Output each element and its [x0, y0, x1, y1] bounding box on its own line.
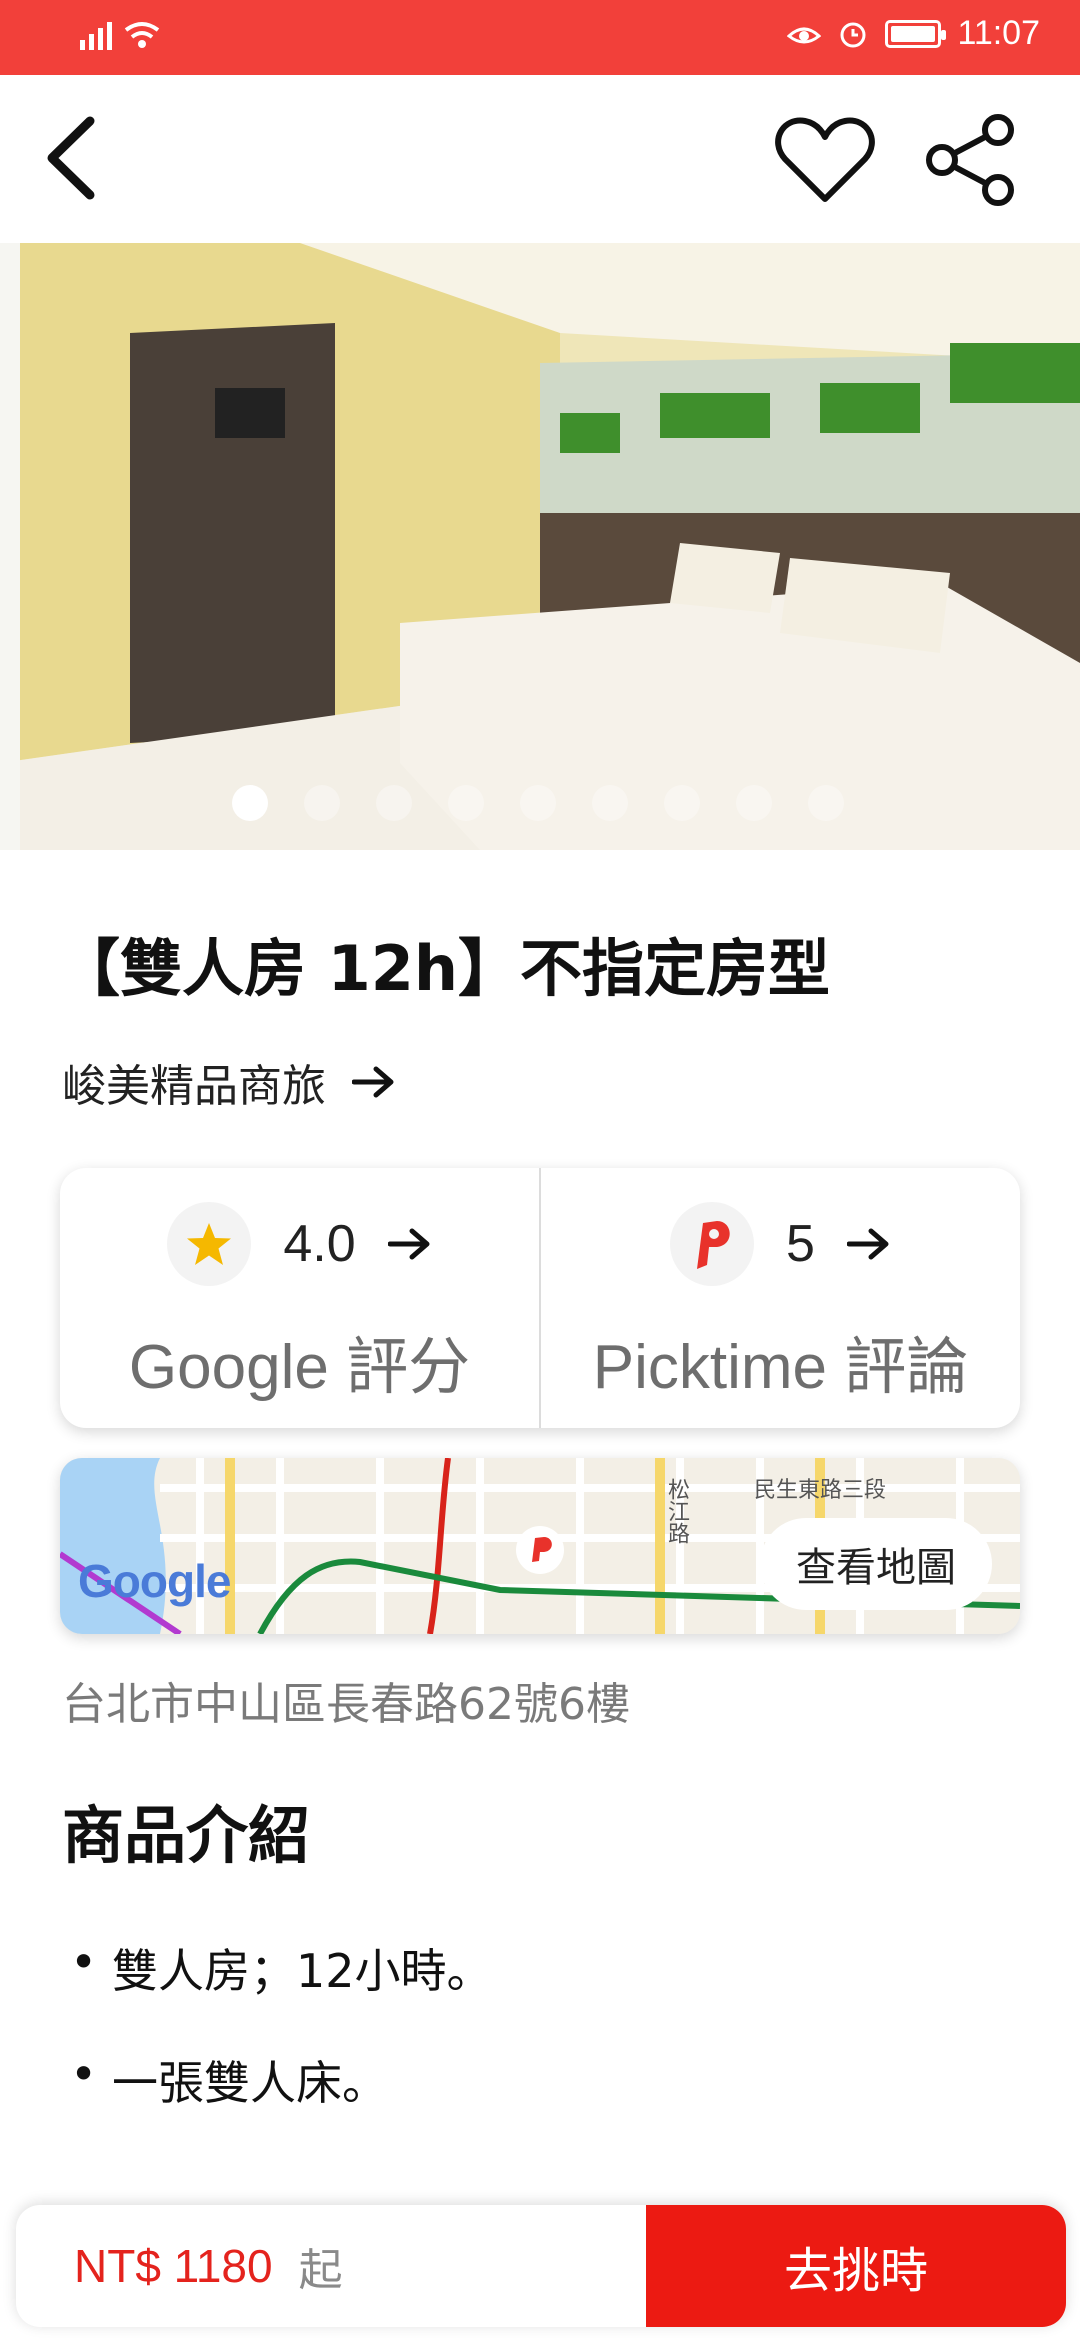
wifi-icon: [124, 22, 160, 48]
view-map-button[interactable]: 查看地圖: [760, 1518, 992, 1610]
carousel-dot[interactable]: [448, 785, 484, 821]
carousel-dot[interactable]: [376, 785, 412, 821]
picktime-rating-label: Picktime 評論: [592, 1333, 969, 1402]
price-suffix: 起: [298, 2245, 343, 2296]
top-navigation: [0, 75, 1080, 243]
carousel-dot[interactable]: [808, 785, 844, 821]
room-photo-carousel[interactable]: [0, 243, 1080, 850]
arrow-right-icon: [387, 1228, 430, 1260]
price: NT$ 1180: [74, 2240, 273, 2292]
carousel-dot[interactable]: [520, 785, 556, 821]
picktime-logo-icon: [670, 1202, 755, 1286]
clock: 11:07: [957, 14, 1040, 52]
heart-icon: [775, 117, 875, 202]
picktime-rating-value: 5: [786, 1215, 815, 1273]
carousel-dot[interactable]: [736, 785, 772, 821]
google-rating-value: 4.0: [283, 1215, 356, 1273]
carousel-dot[interactable]: [592, 785, 628, 821]
map-road-label: 松江路: [664, 1478, 689, 1544]
section-title: 商品介紹: [62, 1799, 311, 1872]
map-preview[interactable]: 民生東路三段 松江路 Google 查看地圖: [60, 1458, 1020, 1634]
address: 台北市中山區長春路62號6樓: [62, 1679, 630, 1730]
pick-time-button[interactable]: 去挑時: [646, 2205, 1066, 2327]
google-rating-label: Google 評分: [128, 1333, 471, 1402]
favorite-button[interactable]: [770, 105, 880, 215]
hotel-link[interactable]: 峻美精品商旅: [62, 1050, 396, 1114]
google-rating[interactable]: 4.0 Google 評分: [60, 1168, 539, 1428]
price-area: NT$ 1180 起: [16, 2205, 646, 2327]
map-road-label: 民生東路三段: [754, 1478, 887, 1503]
network-indicators: [80, 18, 162, 50]
hotel-name: 峻美精品商旅: [62, 1061, 326, 1112]
chevron-left-icon: [47, 116, 95, 200]
arrow-right-icon: [846, 1228, 889, 1260]
product-title: 【雙人房 12h】不指定房型: [58, 932, 831, 1005]
rating-card: 4.0 Google 評分 5 Picktime 評論: [60, 1168, 1020, 1428]
google-logo: Google: [78, 1555, 231, 1607]
hotel-room-photo: [0, 243, 1080, 850]
picktime-rating[interactable]: 5 Picktime 評論: [539, 1168, 1020, 1428]
battery-icon: [885, 19, 947, 48]
list-item: • 雙人房；12小時。: [70, 1935, 493, 1998]
carousel-dot[interactable]: [304, 785, 340, 821]
signal-icon: [80, 18, 112, 50]
alarm-icon: [840, 22, 866, 47]
carousel-indicator: [232, 785, 844, 821]
carousel-dot[interactable]: [232, 785, 268, 821]
share-button[interactable]: [910, 105, 1030, 215]
star-icon: [167, 1202, 252, 1286]
carousel-dot[interactable]: [664, 785, 700, 821]
back-button[interactable]: [30, 113, 110, 203]
share-icon: [926, 114, 1014, 206]
list-item: • 一張雙人床。: [70, 2047, 388, 2110]
system-indicators: 11:07: [787, 14, 1040, 53]
description-list: • 雙人房；12小時。 • 一張雙人床。: [70, 1935, 493, 2159]
arrow-right-icon: [352, 1066, 394, 1098]
status-bar: 11:07: [0, 0, 1080, 75]
bottom-action-bar: NT$ 1180 起 去挑時: [16, 2205, 1066, 2327]
eye-icon: [787, 27, 822, 43]
